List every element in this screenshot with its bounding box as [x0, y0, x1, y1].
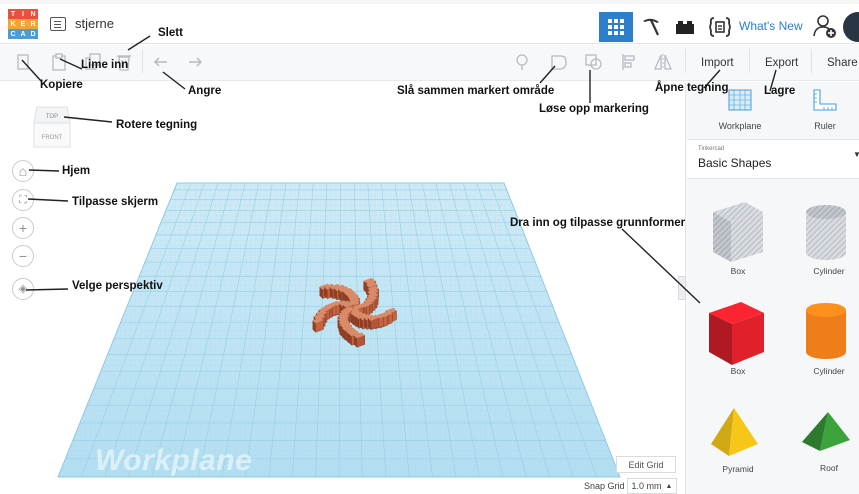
bricks-view-button[interactable] — [668, 12, 702, 42]
document-menu-icon[interactable] — [50, 17, 66, 31]
logo-letter: N — [28, 9, 38, 19]
workplane-tool-label: Workplane — [718, 121, 762, 131]
mirror-icon[interactable] — [653, 52, 673, 72]
view-cube-front-label: FRONT — [42, 135, 63, 141]
home-icon: ⌂ — [18, 163, 28, 179]
annotation-import: Åpne tegning — [655, 82, 729, 94]
shape-label: Box — [730, 266, 746, 276]
add-user-icon[interactable] — [812, 13, 838, 39]
view-cube-top-label: TOP — [46, 114, 58, 120]
copy-icon[interactable] — [13, 52, 33, 72]
whats-new-link[interactable]: What's New — [739, 19, 803, 33]
snap-grid-value: 1.0 mm — [631, 481, 662, 491]
shape-label: Pyramid — [722, 464, 754, 474]
collapse-sidebar-handle[interactable] — [678, 276, 686, 300]
code-blocks-icon — [709, 17, 731, 37]
annotation-undo: Angre — [188, 85, 222, 97]
caret-up-icon: ▲ — [665, 482, 673, 490]
group-icon[interactable] — [549, 52, 569, 72]
3d-design-view-button[interactable] — [599, 12, 633, 42]
fit-icon: ⛶ — [19, 193, 27, 206]
view-cube[interactable]: TOP FRONT — [33, 101, 71, 151]
brick-icon — [676, 21, 694, 34]
workplane-watermark: Workplane — [95, 444, 253, 477]
window-top-edge — [0, 0, 859, 4]
edit-grid-button[interactable]: Edit Grid — [616, 456, 676, 473]
annotation-group: Slå sammen markert område — [397, 85, 555, 97]
perspective-button[interactable]: ◈ — [12, 278, 34, 300]
logo-letter: E — [18, 19, 28, 29]
annotation-paste: Lime inn — [81, 59, 129, 71]
share-button[interactable]: Share — [827, 57, 858, 69]
snap-grid-label: Snap Grid — [584, 481, 625, 491]
shape-label: Box — [730, 366, 746, 376]
toolbar-divider — [142, 49, 143, 73]
annotation-delete: Slett — [158, 27, 183, 39]
fit-view-button[interactable]: ⛶ — [12, 189, 34, 211]
codeblocks-view-button[interactable] — [703, 12, 737, 42]
annotation-perspective: Velge perspektiv — [72, 280, 163, 292]
annotation-fit-screen: Tilpasse skjerm — [72, 196, 159, 208]
document-title[interactable]: stjerne — [75, 16, 114, 31]
shape-library-category: Tinkercad — [698, 146, 725, 152]
annotation-drag-shapes: Dra inn og tilpasse grunnformer — [510, 217, 686, 229]
annotation-ungroup: Løse opp markering — [539, 103, 649, 115]
toolbar-divider — [811, 49, 812, 73]
grid-icon — [608, 19, 624, 35]
shape-label: Cylinder — [813, 266, 845, 276]
dropdown-caret-icon: ▼ — [853, 150, 859, 159]
redo-icon[interactable] — [185, 52, 205, 72]
annotation-copy: Kopiere — [40, 79, 83, 91]
logo-letter: A — [18, 29, 28, 39]
ruler-icon — [813, 89, 837, 111]
shape-label: Roof — [820, 463, 838, 473]
tinkercad-editor: TINKERCAD stjerne What's New Import Expo… — [0, 0, 859, 494]
perspective-icon: ◈ — [18, 282, 28, 295]
logo-letter: R — [28, 19, 38, 29]
build-view-button[interactable] — [634, 12, 668, 42]
tinkercad-logo[interactable]: TINKERCAD — [8, 9, 38, 39]
annotation-home: Hjem — [62, 165, 91, 177]
home-view-button[interactable]: ⌂ — [12, 160, 34, 182]
workplane-icon — [728, 89, 752, 111]
zoom-in-button[interactable]: + — [12, 217, 34, 239]
snap-grid-select[interactable]: 1.0 mm ▲ — [627, 478, 677, 494]
paste-icon[interactable] — [49, 52, 69, 72]
import-button[interactable]: Import — [701, 57, 734, 69]
export-button[interactable]: Export — [765, 57, 798, 69]
pickaxe-icon — [643, 18, 659, 36]
align-icon[interactable] — [619, 52, 639, 72]
zoom-in-icon: + — [18, 220, 28, 236]
logo-letter: K — [8, 19, 18, 29]
annotation-rotate-view: Rotere tegning — [116, 119, 198, 131]
undo-icon[interactable] — [151, 52, 171, 72]
logo-letter: I — [18, 9, 28, 19]
logo-letter: C — [8, 29, 18, 39]
zoom-out-button[interactable]: − — [12, 245, 34, 267]
toolbar-divider — [749, 49, 750, 73]
shape-library-name: Basic Shapes — [698, 156, 772, 170]
logo-letter: T — [8, 9, 18, 19]
ruler-tool-label: Ruler — [814, 121, 836, 131]
ungroup-icon[interactable] — [584, 52, 604, 72]
annotation-export: Lagre — [764, 85, 796, 97]
shape-label: Cylinder — [813, 366, 845, 376]
light-icon[interactable] — [512, 52, 532, 72]
toolbar-divider — [685, 49, 686, 73]
logo-letter: D — [28, 29, 38, 39]
zoom-out-icon: − — [18, 248, 28, 264]
